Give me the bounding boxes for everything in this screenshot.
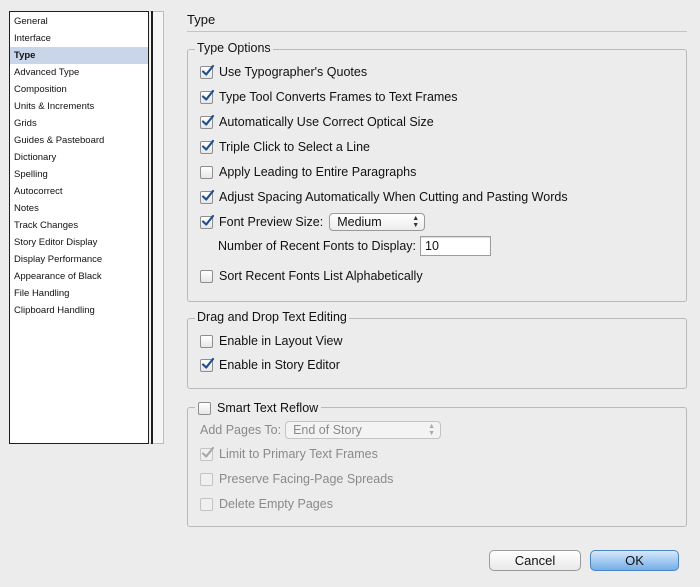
popup-arrows-icon: ▲ ▼	[428, 423, 436, 437]
add-pages-label: Add Pages To:	[200, 423, 282, 437]
drag-drop-legend: Drag and Drop Text Editing	[195, 310, 349, 324]
adjust-spacing-checkbox[interactable]: Adjust Spacing Automatically When Cuttin…	[200, 187, 568, 207]
triple-click-checkbox[interactable]: Triple Click to Select a Line	[200, 137, 370, 157]
title-divider	[187, 31, 687, 32]
checkbox-label: Limit to Primary Text Frames	[219, 447, 378, 461]
checkbox-box[interactable]	[200, 89, 215, 104]
checkbox-label: Font Preview Size:	[219, 215, 324, 229]
checkmark-icon	[201, 189, 215, 201]
type-options-legend: Type Options	[195, 41, 273, 55]
checkbox-box[interactable]	[200, 472, 213, 486]
add-pages-row: Add Pages To: End of Story ▲ ▼	[200, 420, 442, 440]
checkmark-icon	[201, 114, 215, 126]
checkbox-label: Sort Recent Fonts List Alphabetically	[219, 269, 423, 283]
drag-drop-group: Drag and Drop Text Editing Enable in Lay…	[187, 310, 687, 389]
recent-fonts-row: Number of Recent Fonts to Display: 10	[218, 236, 491, 256]
smart-reflow-legend: Smart Text Reflow	[217, 401, 319, 415]
checkbox-box[interactable]	[200, 446, 215, 461]
sidebar-item-units-increments[interactable]: Units & Increments	[10, 98, 148, 115]
checkbox-box[interactable]	[200, 64, 215, 79]
page-title: Type	[187, 12, 216, 27]
preserve-facing-checkbox[interactable]: Preserve Facing-Page Spreads	[200, 469, 393, 489]
sidebar-item-interface[interactable]: Interface	[10, 30, 148, 47]
font-preview-checkbox[interactable]	[200, 214, 215, 229]
cancel-button[interactable]: Cancel	[489, 550, 581, 571]
checkbox-box[interactable]	[200, 139, 215, 154]
recent-fonts-field[interactable]: 10	[420, 236, 491, 256]
checkbox-box[interactable]	[198, 401, 211, 415]
apply-leading-checkbox[interactable]: Apply Leading to Entire Paragraphs	[200, 162, 416, 182]
checkbox-label: Apply Leading to Entire Paragraphs	[219, 165, 417, 179]
font-preview-size-popup[interactable]: Medium ▲ ▼	[329, 213, 426, 231]
checkbox-label: Delete Empty Pages	[219, 497, 333, 511]
checkbox-label: Enable in Story Editor	[219, 358, 340, 372]
category-list-items: General Interface Type Advanced Type Composi…	[10, 12, 148, 319]
checkmark-icon	[201, 214, 215, 226]
checkbox-label: Preserve Facing-Page Spreads	[219, 472, 394, 486]
smart-reflow-checkbox[interactable]: Smart Text Reflow	[195, 398, 322, 418]
sidebar-item-grids[interactable]: Grids	[10, 115, 148, 132]
checkbox-box[interactable]	[200, 269, 213, 283]
sidebar-item-file-handling[interactable]: File Handling	[10, 285, 148, 302]
checkbox-label: Enable in Layout View	[219, 334, 343, 348]
font-preview-size-row: Font Preview Size: Medium ▲ ▼	[200, 212, 426, 232]
add-pages-popup[interactable]: End of Story ▲ ▼	[285, 421, 442, 439]
use-typographers-quotes-checkbox[interactable]: Use Typographer's Quotes	[200, 62, 367, 82]
checkbox-label: Adjust Spacing Automatically When Cuttin…	[219, 190, 568, 204]
sidebar-item-clipboard-handling[interactable]: Clipboard Handling	[10, 302, 148, 319]
optical-size-checkbox[interactable]: Automatically Use Correct Optical Size	[200, 112, 434, 132]
sidebar-item-general[interactable]: General	[10, 13, 148, 30]
delete-empty-checkbox[interactable]: Delete Empty Pages	[200, 494, 333, 514]
checkbox-box[interactable]	[200, 114, 215, 129]
sidebar-item-dictionary[interactable]: Dictionary	[10, 149, 148, 166]
checkbox-label: Type Tool Converts Frames to Text Frames	[219, 90, 458, 104]
checkmark-icon	[201, 357, 215, 369]
enable-layout-view-checkbox[interactable]: Enable in Layout View	[200, 331, 342, 351]
checkmark-icon	[201, 89, 215, 101]
sidebar-item-guides-pasteboard[interactable]: Guides & Pasteboard	[10, 132, 148, 149]
checkbox-box[interactable]	[200, 357, 215, 372]
popup-value: Medium	[337, 215, 382, 229]
limit-primary-checkbox[interactable]: Limit to Primary Text Frames	[200, 444, 378, 464]
checkbox-box[interactable]	[200, 334, 213, 348]
enable-story-editor-checkbox[interactable]: Enable in Story Editor	[200, 355, 340, 375]
popup-value: End of Story	[293, 423, 362, 437]
checkmark-icon	[201, 446, 215, 458]
smart-reflow-group: Smart Text Reflow Add Pages To: End of S…	[187, 398, 687, 527]
ok-button[interactable]: OK	[590, 550, 679, 571]
sidebar-item-autocorrect[interactable]: Autocorrect	[10, 183, 148, 200]
sidebar-item-notes[interactable]: Notes	[10, 200, 148, 217]
sidebar-item-type[interactable]: Type	[10, 47, 148, 64]
sidebar-divider	[151, 11, 153, 444]
sidebar-item-story-editor-display[interactable]: Story Editor Display	[10, 234, 148, 251]
sort-recent-fonts-checkbox[interactable]: Sort Recent Fonts List Alphabetically	[200, 266, 423, 286]
checkbox-box[interactable]	[200, 497, 213, 511]
checkbox-box[interactable]	[200, 165, 213, 179]
checkbox-label: Triple Click to Select a Line	[219, 140, 370, 154]
checkbox-label: Automatically Use Correct Optical Size	[219, 115, 434, 129]
type-tool-converts-checkbox[interactable]: Type Tool Converts Frames to Text Frames	[200, 87, 458, 107]
checkbox-label: Use Typographer's Quotes	[219, 65, 368, 79]
checkmark-icon	[201, 64, 215, 76]
sidebar-item-composition[interactable]: Composition	[10, 81, 148, 98]
sidebar-item-display-performance[interactable]: Display Performance	[10, 251, 148, 268]
sidebar-item-track-changes[interactable]: Track Changes	[10, 217, 148, 234]
sidebar-item-spelling[interactable]: Spelling	[10, 166, 148, 183]
popup-arrows-icon: ▲ ▼	[412, 215, 420, 229]
preferences-category-list[interactable]: General Interface Type Advanced Type Composi…	[9, 11, 149, 444]
type-options-group: Type Options Use Typographer's Quotes Ty…	[187, 41, 687, 302]
recent-fonts-label: Number of Recent Fonts to Display:	[218, 239, 416, 253]
sidebar-item-advanced-type[interactable]: Advanced Type	[10, 64, 148, 81]
checkbox-box[interactable]	[200, 189, 215, 204]
sidebar-item-appearance-of-black[interactable]: Appearance of Black	[10, 268, 148, 285]
checkmark-icon	[201, 139, 215, 151]
